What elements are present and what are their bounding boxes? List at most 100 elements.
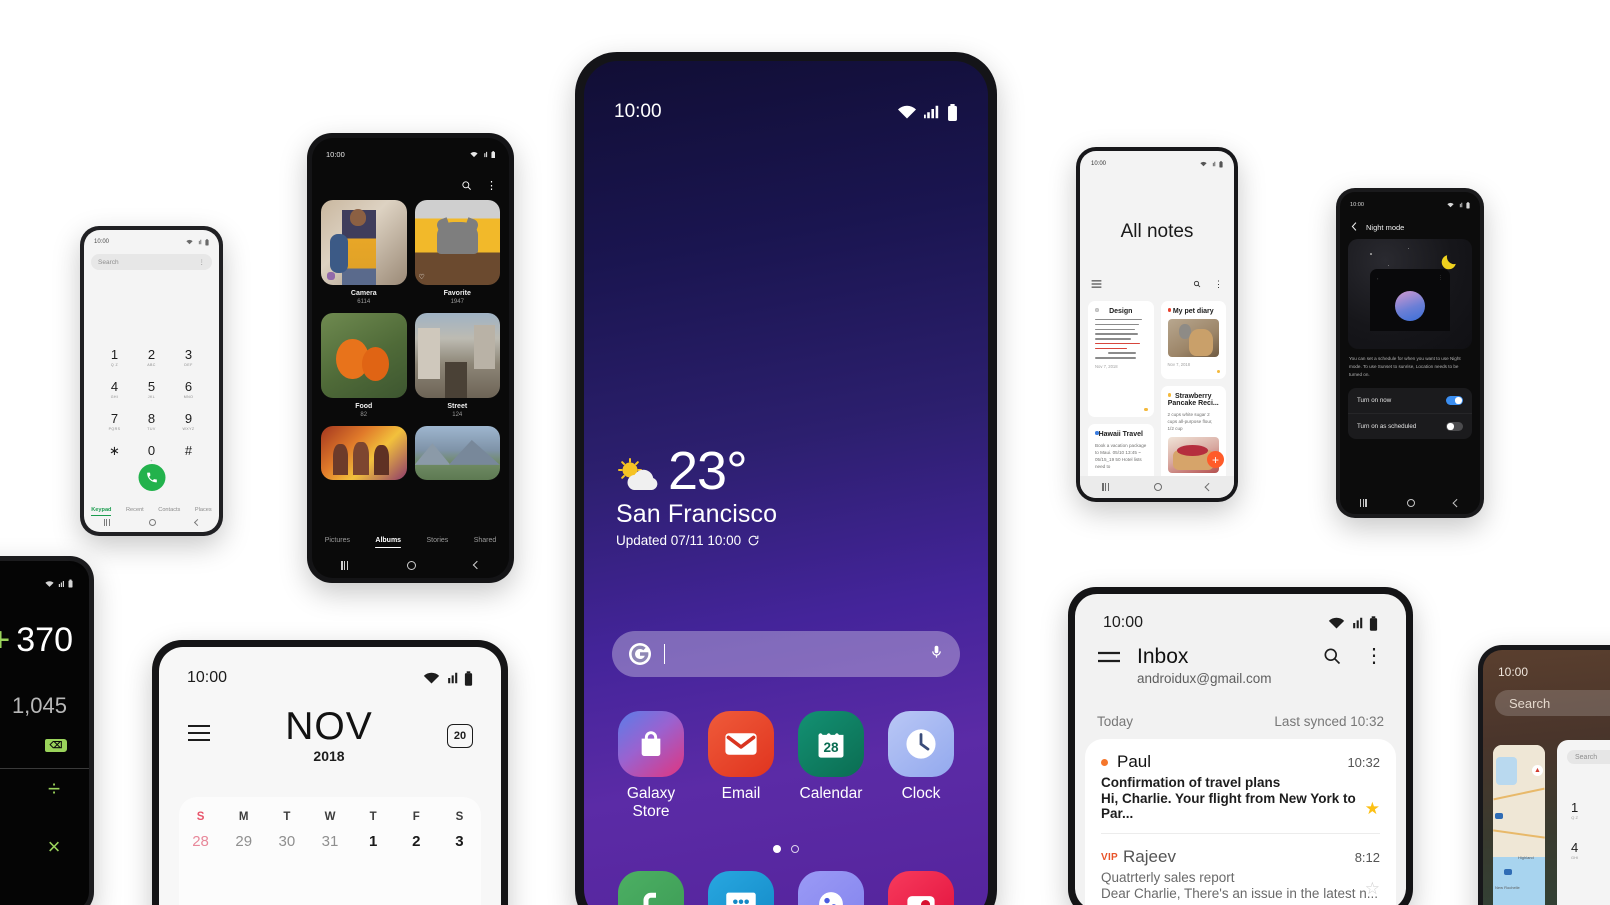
dial-key-6[interactable]: 6 MNO	[170, 380, 207, 399]
album-card[interactable]	[414, 426, 500, 480]
note-color-dot	[1095, 308, 1099, 312]
panel-key-1[interactable]: 1 Q Z	[1571, 800, 1578, 820]
today-button[interactable]: 20	[447, 723, 473, 748]
panel-key-4[interactable]: 4 GHI	[1571, 840, 1578, 860]
refresh-icon[interactable]	[747, 534, 760, 547]
chat-bubble-icon	[726, 892, 756, 905]
album-card[interactable]: Street 124	[414, 313, 500, 418]
date-cell[interactable]: 2	[395, 833, 438, 850]
dial-key-hash[interactable]: #	[170, 444, 207, 463]
weather-widget[interactable]: 23° San Francisco Updated 07/11 10:00	[616, 444, 778, 548]
tab-pictures[interactable]: Pictures	[325, 537, 350, 549]
panel-search-input[interactable]: Search	[1567, 750, 1610, 764]
hamburger-menu-icon[interactable]	[187, 724, 211, 747]
album-card[interactable]: ♡ Favorite 1947	[414, 200, 500, 305]
app-email[interactable]: Email	[696, 711, 786, 821]
dock-internet[interactable]	[786, 871, 876, 905]
call-button[interactable]	[138, 464, 165, 491]
recents-icon[interactable]	[1102, 483, 1109, 491]
dial-key-1[interactable]: 1Q Z	[96, 348, 133, 367]
map-preview-card[interactable]: ▲ New Rochelle Highland	[1493, 745, 1545, 905]
recents-icon[interactable]	[103, 518, 110, 526]
dial-key-2[interactable]: 2 ABC	[133, 348, 170, 367]
home-icon[interactable]	[1406, 499, 1415, 507]
date-cell[interactable]: 31	[308, 833, 351, 850]
app-calendar[interactable]: 28 Calendar	[786, 711, 876, 821]
backspace-icon[interactable]: ⌫	[45, 739, 67, 752]
date-cell[interactable]: 3	[438, 833, 481, 850]
album-card[interactable]: Camera 6114	[321, 200, 407, 305]
note-card[interactable]: Strawberry Pancake Reci... 2 cups white …	[1160, 386, 1226, 490]
inbox-title: Inbox	[1137, 645, 1189, 668]
date-cell[interactable]: 29	[222, 833, 265, 850]
app-galaxy-store[interactable]: Galaxy Store	[606, 711, 696, 821]
recents-icon[interactable]	[341, 560, 349, 570]
dial-key-star[interactable]: ∗	[96, 444, 133, 463]
dial-key-0[interactable]: 0 +	[133, 444, 170, 463]
hamburger-menu-icon[interactable]	[1097, 651, 1121, 670]
album-card[interactable]	[321, 426, 407, 480]
calculator-key-percent[interactable]: %	[0, 776, 19, 802]
album-card[interactable]: Food 82	[321, 313, 407, 418]
back-icon[interactable]	[1205, 483, 1213, 491]
album-thumbnail	[321, 426, 407, 480]
hamburger-menu-icon[interactable]	[1091, 275, 1102, 293]
weather-city: San Francisco	[616, 500, 778, 529]
date-cell[interactable]: 1	[352, 833, 395, 850]
calculator-key-multiply[interactable]: ×	[19, 834, 89, 860]
date-cell[interactable]: 30	[265, 833, 308, 850]
inbox-message-row[interactable]: VIP Rajeev 8:12 Quatrterly sales report …	[1101, 833, 1380, 905]
calculator-key-9[interactable]: 9	[0, 834, 19, 860]
search-icon[interactable]	[461, 180, 472, 191]
search-icon[interactable]	[1193, 280, 1201, 288]
back-icon[interactable]	[1453, 499, 1462, 507]
star-icon[interactable]: ☆	[1365, 879, 1380, 899]
recents-icon[interactable]	[1359, 499, 1367, 507]
more-vertical-icon[interactable]: ⋮	[486, 180, 497, 191]
more-vertical-icon[interactable]: ⋮	[199, 258, 206, 266]
tab-shared[interactable]: Shared	[474, 537, 497, 549]
back-icon[interactable]	[193, 518, 201, 526]
note-card[interactable]: My pet diary Nov 7, 2018	[1160, 301, 1226, 379]
dial-key-4[interactable]: 4 GHI	[96, 380, 133, 399]
note-card[interactable]: Design Nov 7, 2018	[1088, 301, 1154, 417]
app-tile	[888, 711, 954, 777]
inbox-message-row[interactable]: Paul 10:32 Confirmation of travel plans …	[1101, 739, 1380, 833]
dialer-search-input[interactable]: Search ⋮	[91, 254, 212, 270]
toggle-turn-on-as-scheduled[interactable]	[1446, 422, 1463, 431]
dock-messages[interactable]	[696, 871, 786, 905]
back-arrow-icon[interactable]	[1351, 222, 1357, 233]
dial-key-7[interactable]: 7 PQRS	[96, 412, 133, 431]
key-letters: JKL	[147, 395, 156, 399]
back-icon[interactable]	[472, 560, 482, 570]
more-vertical-icon[interactable]: ⋮	[1214, 280, 1223, 289]
dock-phone[interactable]	[606, 871, 696, 905]
tab-albums[interactable]: Albums	[375, 537, 401, 549]
toggle-turn-on-now[interactable]	[1446, 396, 1463, 405]
map-search-input[interactable]: Search	[1495, 690, 1610, 716]
add-note-fab[interactable]: +	[1207, 451, 1224, 468]
notes-toolbar: ⋮	[1091, 275, 1223, 293]
home-icon[interactable]	[1153, 483, 1162, 491]
album-name: Food	[355, 403, 373, 410]
page-dot-active[interactable]	[773, 845, 781, 853]
option-turn-on-now[interactable]: Turn on now	[1348, 388, 1472, 413]
more-vertical-icon[interactable]: ⋮	[1364, 646, 1384, 666]
dial-key-5[interactable]: 5 JKL	[133, 380, 170, 399]
dial-key-9[interactable]: 9 WXYZ	[170, 412, 207, 431]
dock-camera[interactable]	[876, 871, 966, 905]
microphone-icon[interactable]	[929, 642, 944, 667]
app-clock[interactable]: Clock	[876, 711, 966, 821]
page-dot[interactable]	[791, 845, 799, 853]
calculator-key-divide[interactable]: ÷	[19, 776, 89, 802]
date-cell[interactable]: 28	[179, 833, 222, 850]
dial-key-3[interactable]: 3 DEF	[170, 348, 207, 367]
star-icon[interactable]: ★	[1365, 799, 1380, 819]
option-turn-on-as-scheduled[interactable]: Turn on as scheduled	[1348, 413, 1472, 439]
tab-stories[interactable]: Stories	[426, 537, 448, 549]
google-search-bar[interactable]	[612, 631, 960, 677]
search-icon[interactable]	[1322, 646, 1342, 666]
dial-key-8[interactable]: 8 TUV	[133, 412, 170, 431]
home-icon[interactable]	[406, 560, 416, 570]
home-icon[interactable]	[148, 518, 156, 526]
